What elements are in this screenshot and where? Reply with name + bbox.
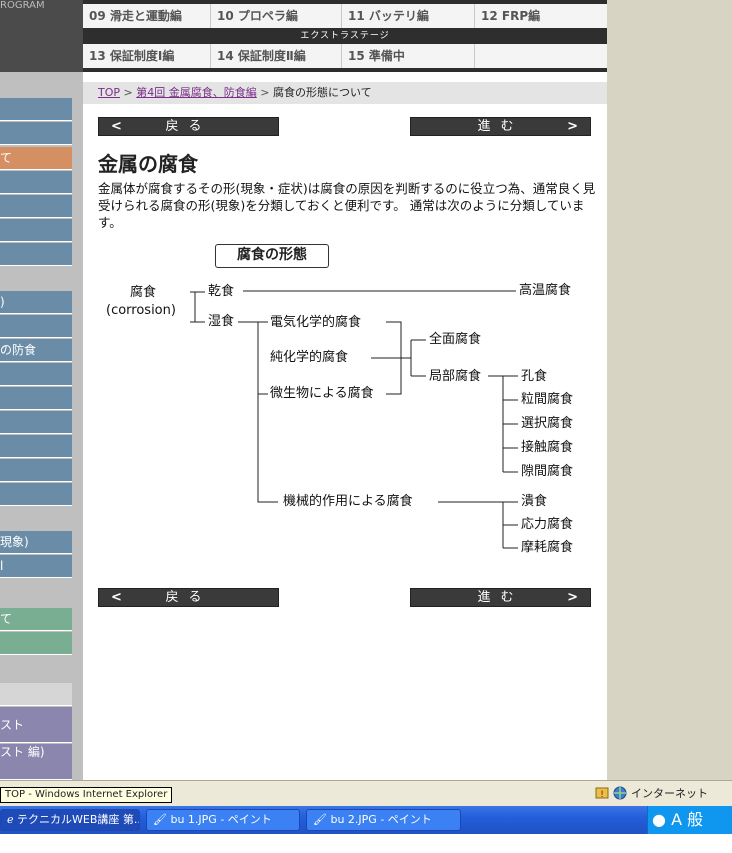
diagram-node-pure-chemical: 純化学的腐食 [270,350,349,365]
svg-text:!: ! [600,790,604,800]
diagram-node-pitting: 孔食 [521,369,548,384]
sidebar-item[interactable]: ) [0,291,72,314]
back-label: 戻る [165,119,212,134]
extra-stage-label: エクストラステージ [300,31,390,41]
diagram-node-wear: 摩耗腐食 [521,540,574,555]
sidebar-item-active[interactable]: て [0,147,72,170]
diagram-node-stress: 応力腐食 [521,517,574,532]
globe-icon [613,786,627,800]
ime-icon[interactable]: ● [652,810,666,829]
forward-button-bottom[interactable]: 進む > [410,588,591,607]
nav-item-12[interactable]: 12 FRP編 [475,4,607,28]
diagram-node-general: 全面腐食 [429,332,482,347]
program-header: ROGRAM [0,0,83,72]
diagram-title: 腐食の形態 [215,244,329,268]
main-content: TOP > 第4回 金属腐食、防食編 > 腐食の形態について < 戻る 進む >… [83,72,607,780]
breadcrumb-separator: > [260,86,270,99]
sidebar-item[interactable] [0,411,72,434]
sidebar-item[interactable]: 現象) [0,531,72,554]
paint-icon: 🖌 [153,813,171,826]
taskbar-item-label: テクニカルWEB講座 第... [17,813,140,826]
taskbar-item-paint-1[interactable]: 🖌 bu 1.JPG - ペイント [146,809,300,831]
security-zone: ! インターネット [595,785,708,801]
desktop-background [607,0,732,780]
sidebar-item[interactable] [0,363,72,386]
right-arrow-icon: > [567,590,578,605]
breadcrumb-section-link[interactable]: 第4回 金属腐食、防食編 [136,86,257,99]
paint-icon: 🖌 [313,813,331,826]
nav-item-14[interactable]: 14 保証制度Ⅱ編 [211,44,342,68]
sidebar-item[interactable] [0,195,72,218]
sidebar-item-green[interactable] [0,632,72,655]
breadcrumb-top-link[interactable]: TOP [98,86,120,99]
sidebar-item-gray[interactable] [0,683,72,706]
breadcrumb-current: 腐食の形態について [272,86,372,99]
sidebar-item[interactable]: の防食 [0,339,72,362]
sidebar-item[interactable] [0,171,72,194]
diagram-node-intergranular: 粒間腐食 [521,392,574,407]
sidebar-item[interactable] [0,122,72,145]
sidebar-item[interactable] [0,219,72,242]
diagram-node-microbial: 微生物による腐食 [270,386,374,401]
page-title: 金属の腐食 [98,152,198,176]
back-label: 戻る [165,590,212,605]
taskbar: ℯ テクニカルWEB講座 第... 🖌 bu 1.JPG - ペイント 🖌 bu… [0,806,732,834]
right-arrow-icon: > [567,119,578,134]
top-nav: 09 滑走と運動編 10 プロペラ編 11 バッテリ編 12 FRP編 エクスト… [83,0,607,72]
sidebar-item[interactable] [0,243,72,266]
diagram-node-erosion: 潰食 [521,494,548,509]
taskbar-item-label: bu 1.JPG - ペイント [170,813,272,826]
diagram-node-dry: 乾食 [208,284,235,299]
tooltip: TOP - Windows Internet Explorer [0,787,173,803]
sidebar-item[interactable] [0,98,72,121]
sidebar-item[interactable] [0,459,72,482]
sidebar-item[interactable] [0,435,72,458]
warning-icon: ! [595,787,609,800]
diagram-node-mechanical: 機械的作用による腐食 [283,494,413,509]
diagram-node-root-en: (corrosion) [106,303,176,318]
sidebar-item-green[interactable]: て [0,608,72,631]
nav-item-15[interactable]: 15 準備中 [342,44,475,68]
nav-item-13[interactable]: 13 保証制度Ⅰ編 [83,44,211,68]
program-label: ROGRAM [0,0,45,11]
sidebar-item[interactable] [0,483,72,506]
taskbar-item-paint-2[interactable]: 🖌 bu 2.JPG - ペイント [306,809,461,831]
nav-row-2: 13 保証制度Ⅰ編 14 保証制度Ⅱ編 15 準備中 [83,44,607,68]
sidebar-item-purple[interactable]: スト [0,707,72,743]
diagram-node-root: 腐食 [130,285,157,300]
forward-label: 進む [477,590,524,605]
ie-icon: ℯ [7,813,18,826]
taskbar-item-ie[interactable]: ℯ テクニカルWEB講座 第... [0,809,140,831]
breadcrumb: TOP > 第4回 金属腐食、防食編 > 腐食の形態について [83,82,607,104]
intro-text: 金属体が腐食するその形(現象・症状)は腐食の原因を判断するのに役立つ為、通常良く… [98,181,596,230]
sidebar-item[interactable] [0,315,72,338]
below-taskbar [0,834,732,853]
zone-label: インターネット [631,787,708,800]
breadcrumb-separator: > [123,86,133,99]
nav-item-10[interactable]: 10 プロペラ編 [211,4,342,28]
back-button-top[interactable]: < 戻る [98,117,279,136]
nav-item-11[interactable]: 11 バッテリ編 [342,4,475,28]
nav-row-1: 09 滑走と運動編 10 プロペラ編 11 バッテリ編 12 FRP編 [83,4,607,28]
diagram-node-selective: 選択腐食 [521,416,574,431]
nav-item-09[interactable]: 09 滑走と運動編 [83,4,211,28]
forward-button-top[interactable]: 進む > [410,117,591,136]
diagram-node-electrochemical: 電気化学的腐食 [270,315,362,330]
sidebar-item[interactable]: l [0,555,72,578]
sidebar-item-purple[interactable]: スト 編) [0,744,72,780]
nav-item-empty [475,44,607,68]
back-button-bottom[interactable]: < 戻る [98,588,279,607]
diagram-node-local: 局部腐食 [429,369,482,384]
diagram-node-wet: 湿食 [208,314,235,329]
diagram-node-contact: 接触腐食 [521,440,574,455]
sidebar-item[interactable] [0,387,72,410]
corrosion-diagram: 腐食の形態 腐食 (corrosion) 乾食 高温腐食 湿食 電気化学的腐食 … [98,234,593,574]
ime-mode[interactable]: A 般 [671,810,703,829]
sidebar: て ) の防食 現象) l て スト スト 編) [0,72,83,780]
taskbar-item-label: bu 2.JPG - ペイント [330,813,432,826]
forward-label: 進む [477,119,524,134]
diagram-node-high-temp: 高温腐食 [519,283,572,298]
system-tray: ● A 般 [647,806,732,834]
diagram-node-crevice: 隙間腐食 [521,464,574,479]
